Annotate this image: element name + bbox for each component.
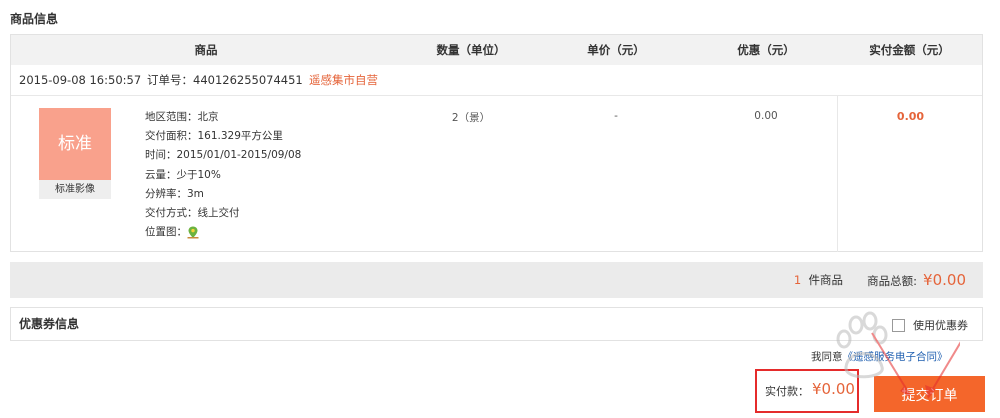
order-number-value: 440126255074451 bbox=[193, 73, 303, 87]
header-unit-price: 单价（元） bbox=[587, 43, 645, 57]
item-paid: 0.00 bbox=[896, 110, 925, 123]
coupon-title: 优惠券信息 bbox=[19, 317, 80, 331]
header-quantity: 数量（单位） bbox=[436, 43, 506, 57]
item-unit-price: - bbox=[614, 110, 618, 122]
baidu-watermark-icon bbox=[836, 311, 960, 399]
shop-link[interactable]: 遥感集市自营 bbox=[309, 65, 378, 95]
product-thumbnail[interactable]: 标准 bbox=[39, 108, 111, 180]
product-info-title: 商品信息 bbox=[10, 12, 59, 26]
spec-delivery: 交付方式：线上交付 bbox=[145, 207, 240, 220]
item-count-number: 1 bbox=[793, 273, 802, 287]
goods-total-amount: ¥0.00 bbox=[923, 271, 966, 289]
product-table: 商品 数量（单位） 单价（元） 优惠（元） 实付金额（元） 2015-09-08… bbox=[10, 34, 983, 252]
order-date: 2015-09-08 16:50:57 bbox=[19, 73, 142, 87]
order-row: 2015-09-08 16:50:57 订单号：440126255074451 … bbox=[11, 65, 982, 96]
product-item-row: 标准 标准影像 地区范围：北京 交付面积：161.329平方公里 时间：2015… bbox=[11, 96, 982, 252]
order-summary: 1 件商品 商品总额: ¥0.00 bbox=[10, 262, 983, 298]
goods-total: 商品总额: ¥0.00 bbox=[867, 262, 966, 299]
item-count-unit: 件商品 bbox=[808, 273, 844, 287]
spec-location: 位置图： bbox=[145, 223, 301, 242]
spec-resolution: 分辨率：3m bbox=[145, 187, 204, 200]
order-number: 订单号：440126255074451 bbox=[147, 65, 303, 95]
product-specs: 地区范围：北京 交付面积：161.329平方公里 时间：2015/01/01-2… bbox=[145, 108, 301, 242]
paid-column: 0.00 bbox=[837, 96, 983, 252]
table-header: 商品 数量（单位） 单价（元） 优惠（元） 实付金额（元） bbox=[11, 35, 982, 65]
header-paid: 实付金额（元） bbox=[869, 43, 950, 57]
header-discount: 优惠（元） bbox=[737, 43, 795, 57]
goods-total-label: 商品总额: bbox=[867, 274, 918, 288]
item-quantity: 2（景） bbox=[451, 112, 491, 124]
item-count: 1 件商品 bbox=[794, 262, 843, 298]
item-discount: 0.00 bbox=[754, 110, 778, 122]
spec-area: 交付面积：161.329平方公里 bbox=[145, 130, 283, 143]
product-thumbnail-caption: 标准影像 bbox=[39, 180, 111, 199]
map-pin-icon[interactable] bbox=[187, 226, 199, 239]
spec-location-label: 位置图： bbox=[145, 226, 187, 239]
spec-time: 时间：2015/01/01-2015/09/08 bbox=[145, 149, 302, 162]
order-number-label: 订单号： bbox=[147, 73, 193, 87]
spec-cloud: 云量：少于10% bbox=[145, 168, 221, 181]
header-product: 商品 bbox=[194, 43, 218, 57]
spec-region: 地区范围：北京 bbox=[145, 111, 219, 123]
